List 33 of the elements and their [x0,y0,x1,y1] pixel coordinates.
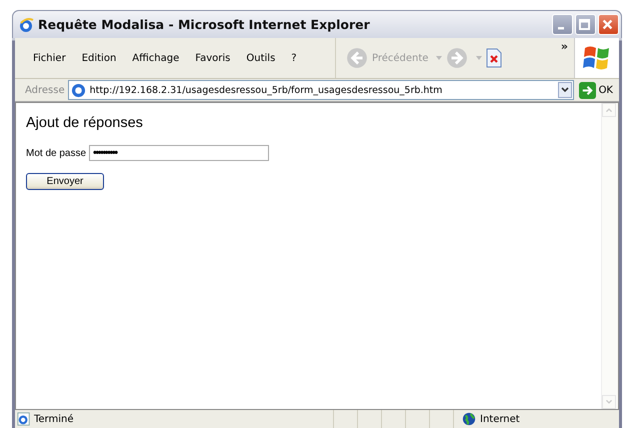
password-field[interactable]: •••••••••• [89,145,270,161]
address-label: Adresse [24,84,65,96]
stop-button[interactable] [486,48,502,68]
page-heading: Ajout de réponses [26,115,144,131]
caret-icon [476,56,482,60]
more-chevron[interactable]: » [560,40,568,53]
caret-icon [436,56,442,60]
scroll-down-icon[interactable] [602,395,616,409]
zone-label: Internet [480,414,520,424]
menu-item[interactable]: Favoris [187,52,238,64]
close-button[interactable] [598,14,619,35]
stop-icon [486,48,502,68]
scrollbar[interactable] [601,103,618,409]
window-title: Requête Modalisa - Microsoft Internet Explorer [38,17,371,32]
dropdown-icon[interactable] [558,82,572,98]
ie-logo-icon [18,16,34,32]
globe-icon [462,412,476,426]
minimize-icon [558,27,564,30]
minimize-button[interactable] [552,14,573,35]
scroll-up-icon[interactable] [602,103,616,117]
menu-item[interactable]: Edition [74,52,124,64]
maximize-button[interactable] [575,14,596,35]
close-icon [601,18,614,31]
password-label: Mot de passe [26,148,86,158]
submit-button[interactable]: Envoyer [26,173,104,190]
menu-item[interactable]: Outils [238,52,284,64]
address-field[interactable]: http://192.168.2.31/usagesdesressou_5rb/form_usagesdesressou_5rb.htm [68,80,574,100]
menu-item[interactable]: Fichier [25,52,74,64]
menu-item[interactable]: ? [283,52,305,64]
maximize-icon [578,18,591,31]
go-button[interactable]: OK [576,82,615,98]
status-text: Terminé [34,414,74,424]
menu-item[interactable]: Affichage [124,52,188,64]
